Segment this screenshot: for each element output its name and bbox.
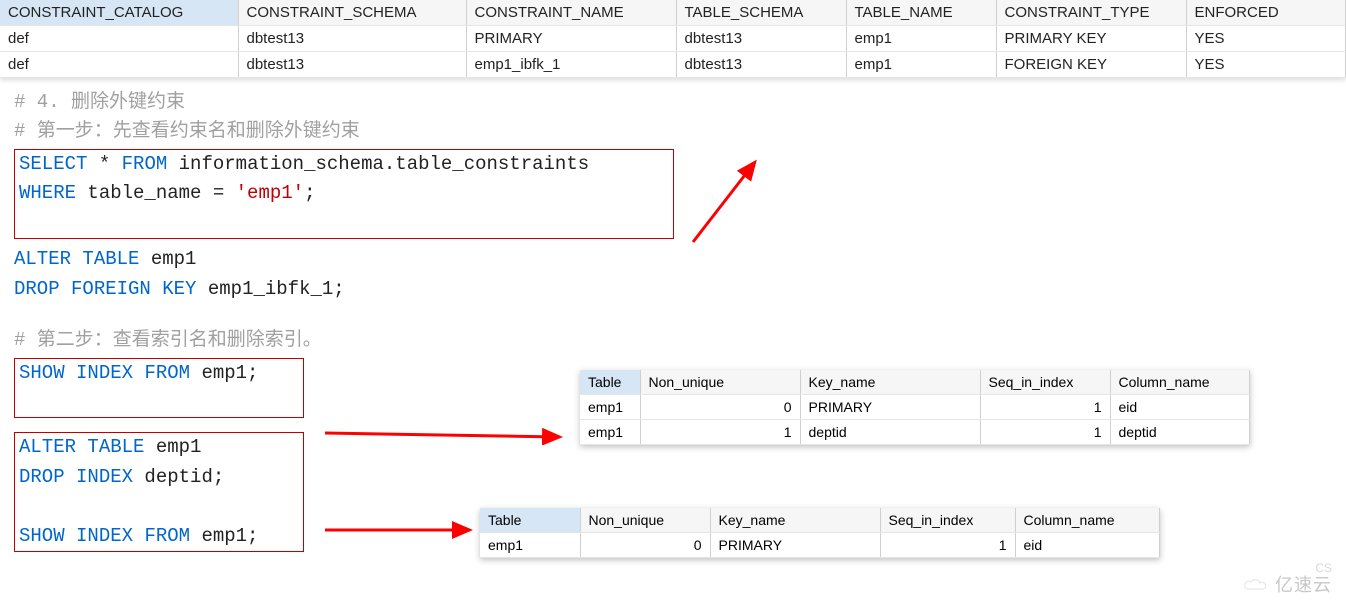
cell[interactable]: 1 <box>980 420 1110 445</box>
sql-editor[interactable]: # 4. 删除外键约束 # 第一步：先查看约束名和删除外键约束 SELECT *… <box>0 78 1346 554</box>
col-header[interactable]: Table <box>480 508 580 533</box>
table-row[interactable]: emp1 0 PRIMARY 1 eid <box>480 533 1160 558</box>
col-header[interactable]: Table <box>580 370 640 395</box>
sql-keyword: INDEX <box>76 466 133 488</box>
cell[interactable]: def <box>0 52 238 78</box>
sql-keyword: DROP <box>14 278 60 300</box>
cell[interactable]: 0 <box>580 533 710 558</box>
cell[interactable]: FOREIGN KEY <box>996 52 1186 78</box>
table-row[interactable]: emp1 1 deptid 1 deptid <box>580 420 1250 445</box>
col-header[interactable]: Seq_in_index <box>880 508 1015 533</box>
col-header[interactable]: Column_name <box>1015 508 1160 533</box>
sql-line: DROP FOREIGN KEY emp1_ibfk_1; <box>14 275 1332 304</box>
sql-keyword: SHOW <box>19 525 65 547</box>
cell[interactable]: PRIMARY <box>800 395 980 420</box>
sql-text: deptid; <box>133 466 224 488</box>
sql-keyword: DROP <box>19 466 65 488</box>
cell[interactable]: eid <box>1110 395 1250 420</box>
sql-keyword: KEY <box>162 278 196 300</box>
cell[interactable]: dbtest13 <box>676 52 846 78</box>
sql-text: emp1_ibfk_1; <box>196 278 344 300</box>
col-header[interactable]: Non_unique <box>580 508 710 533</box>
table-row[interactable]: def dbtest13 PRIMARY dbtest13 emp1 PRIMA… <box>0 26 1346 52</box>
sql-keyword: ALTER <box>14 248 71 270</box>
sql-text: emp1 <box>139 248 196 270</box>
sql-keyword: INDEX <box>76 525 133 547</box>
cell[interactable]: def <box>0 26 238 52</box>
col-header[interactable]: Seq_in_index <box>980 370 1110 395</box>
sql-keyword: TABLE <box>87 436 144 458</box>
cell[interactable]: emp1 <box>846 52 996 78</box>
index-result-table-2[interactable]: Table Non_unique Key_name Seq_in_index C… <box>480 508 1160 558</box>
cell[interactable]: emp1 <box>846 26 996 52</box>
cell[interactable]: deptid <box>800 420 980 445</box>
highlighted-query-2: SHOW INDEX FROM emp1; <box>14 358 304 419</box>
col-header[interactable]: Column_name <box>1110 370 1250 395</box>
cell[interactable]: emp1 <box>580 395 640 420</box>
index-result-table-1[interactable]: Table Non_unique Key_name Seq_in_index C… <box>580 370 1250 445</box>
cell[interactable]: deptid <box>1110 420 1250 445</box>
sql-line: ALTER TABLE emp1 <box>14 245 1332 274</box>
sql-keyword: FROM <box>122 153 168 175</box>
sql-text: emp1; <box>190 525 258 547</box>
col-header[interactable]: ENFORCED <box>1186 0 1346 26</box>
sql-keyword: FOREIGN <box>71 278 151 300</box>
sql-text: table_name = <box>76 182 236 204</box>
cell[interactable]: emp1 <box>480 533 580 558</box>
cell[interactable]: PRIMARY KEY <box>996 26 1186 52</box>
sql-keyword: ALTER <box>19 436 76 458</box>
col-header[interactable]: TABLE_SCHEMA <box>676 0 846 26</box>
table-row[interactable]: def dbtest13 emp1_ibfk_1 dbtest13 emp1 F… <box>0 52 1346 78</box>
highlighted-query-1: SELECT * FROM information_schema.table_c… <box>14 149 674 239</box>
col-header[interactable]: CONSTRAINT_SCHEMA <box>238 0 466 26</box>
cell[interactable]: YES <box>1186 26 1346 52</box>
col-header[interactable]: CONSTRAINT_TYPE <box>996 0 1186 26</box>
cell[interactable]: PRIMARY <box>710 533 880 558</box>
sql-text: emp1 <box>144 436 201 458</box>
sql-keyword: TABLE <box>82 248 139 270</box>
watermark-text: 亿速云 <box>1275 571 1332 597</box>
comment-line: # 第二步：查看索引名和删除索引。 <box>14 326 1332 355</box>
constraints-result-table[interactable]: CONSTRAINT_CATALOG CONSTRAINT_SCHEMA CON… <box>0 0 1346 78</box>
col-header[interactable]: Non_unique <box>640 370 800 395</box>
sql-text: ; <box>304 182 315 204</box>
cell[interactable]: YES <box>1186 52 1346 78</box>
cell[interactable]: 0 <box>640 395 800 420</box>
sql-text: * <box>87 153 121 175</box>
sql-keyword: INDEX <box>76 362 133 384</box>
site-watermark: 亿速云 <box>1243 571 1332 597</box>
cell[interactable]: 1 <box>980 395 1110 420</box>
cell[interactable]: emp1 <box>580 420 640 445</box>
sql-keyword: WHERE <box>19 182 76 204</box>
cell[interactable]: dbtest13 <box>238 52 466 78</box>
sql-keyword: SHOW <box>19 362 65 384</box>
sql-text: information_schema.table_constraints <box>167 153 589 175</box>
col-header[interactable]: Key_name <box>710 508 880 533</box>
sql-keyword: FROM <box>144 362 190 384</box>
cell[interactable]: PRIMARY <box>466 26 676 52</box>
highlighted-query-3: ALTER TABLE emp1 DROP INDEX deptid; SHOW… <box>14 432 304 552</box>
cell[interactable]: dbtest13 <box>238 26 466 52</box>
sql-keyword: SELECT <box>19 153 87 175</box>
cloud-icon <box>1243 575 1269 593</box>
cell[interactable]: 1 <box>880 533 1015 558</box>
sql-string: 'emp1' <box>236 182 304 204</box>
col-header[interactable]: CONSTRAINT_NAME <box>466 0 676 26</box>
cell[interactable]: emp1_ibfk_1 <box>466 52 676 78</box>
cell[interactable]: eid <box>1015 533 1160 558</box>
col-header[interactable]: Key_name <box>800 370 980 395</box>
sql-text: emp1; <box>190 362 258 384</box>
table-row[interactable]: emp1 0 PRIMARY 1 eid <box>580 395 1250 420</box>
sql-keyword: FROM <box>144 525 190 547</box>
cell[interactable]: dbtest13 <box>676 26 846 52</box>
comment-line: # 第一步：先查看约束名和删除外键约束 <box>14 117 1332 146</box>
col-header[interactable]: CONSTRAINT_CATALOG <box>0 0 238 26</box>
col-header[interactable]: TABLE_NAME <box>846 0 996 26</box>
comment-line: # 4. 删除外键约束 <box>14 88 1332 117</box>
cell[interactable]: 1 <box>640 420 800 445</box>
